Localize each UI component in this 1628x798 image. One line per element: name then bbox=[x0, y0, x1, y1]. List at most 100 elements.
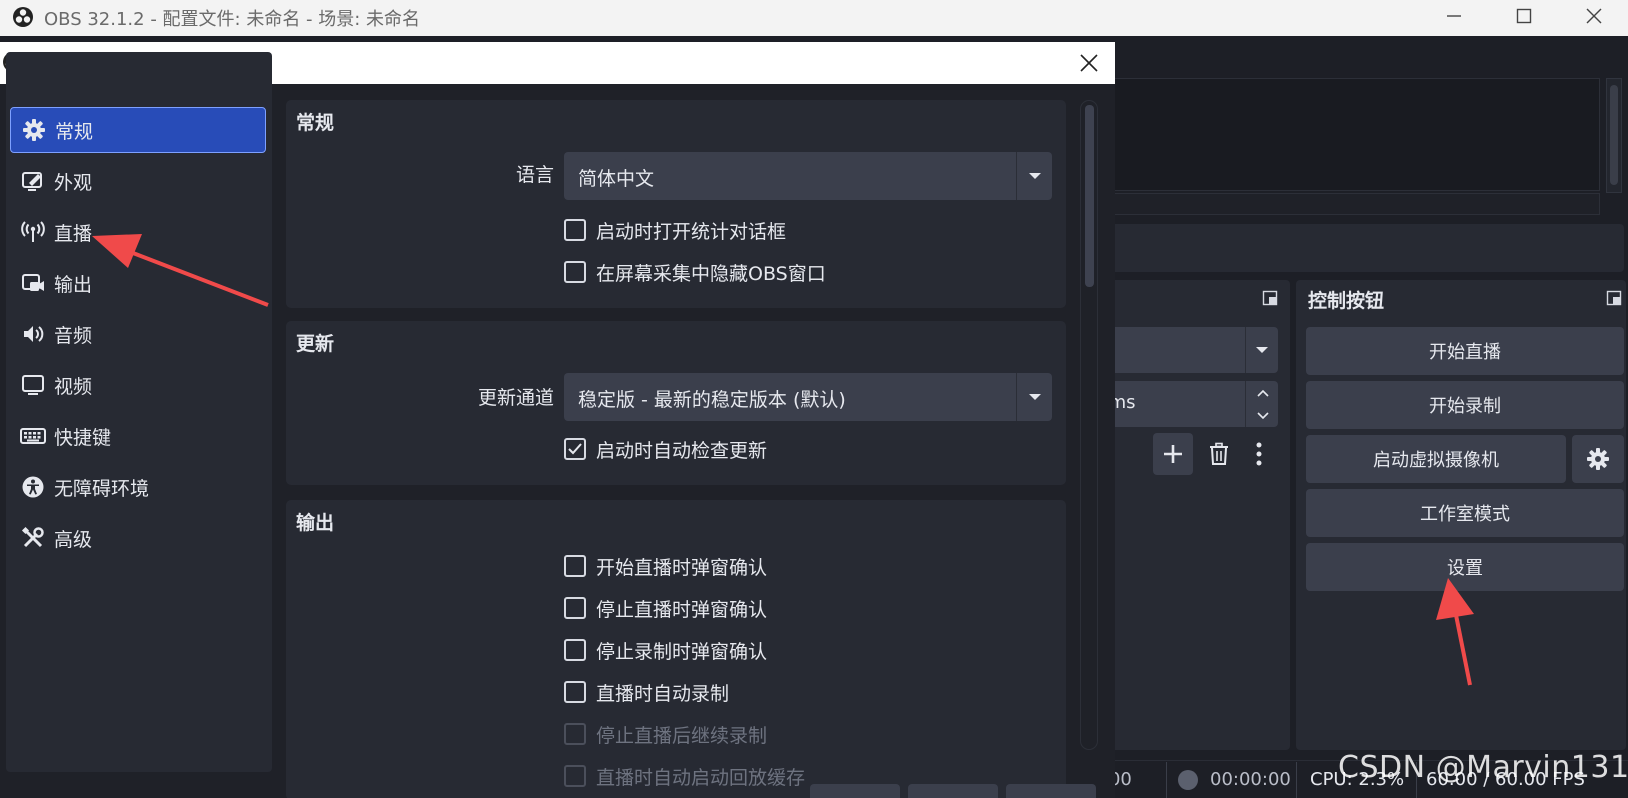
hide-obs-window-checkbox[interactable]: 在屏幕采集中隐藏OBS窗口 bbox=[564, 259, 826, 285]
more-vertical-icon bbox=[1256, 442, 1262, 466]
accessibility-icon bbox=[20, 474, 46, 500]
ok-button[interactable] bbox=[810, 784, 900, 798]
checkbox-label: 直播时自动录制 bbox=[596, 682, 730, 705]
appearance-icon bbox=[20, 168, 46, 194]
undock-icon[interactable] bbox=[1262, 290, 1278, 306]
checkbox-label: 停止直播时弹窗确认 bbox=[596, 598, 768, 621]
divider bbox=[1296, 762, 1297, 798]
sidebar-item-hotkeys[interactable]: 快捷键 bbox=[10, 413, 266, 459]
chevron-down-icon bbox=[1028, 394, 1041, 400]
record-duration: 00:00:00 bbox=[1210, 769, 1291, 790]
sidebar-item-audio[interactable]: 音频 bbox=[10, 311, 266, 357]
checkbox-label: 停止录制时弹窗确认 bbox=[596, 640, 768, 663]
settings-content-scrollbar[interactable] bbox=[1080, 100, 1098, 750]
language-select-value: 简体中文 bbox=[578, 168, 655, 190]
record-indicator-icon bbox=[1178, 770, 1198, 790]
sidebar-item-label: 快捷键 bbox=[54, 426, 112, 449]
sidebar-item-appearance[interactable]: 外观 bbox=[10, 158, 266, 204]
tools-icon bbox=[20, 525, 46, 551]
close-icon bbox=[1586, 8, 1602, 24]
update-group-title: 更新 bbox=[296, 333, 335, 355]
language-select-dropdown[interactable] bbox=[1016, 152, 1052, 200]
sidebar-item-label: 直播 bbox=[54, 222, 93, 245]
general-group-title: 常规 bbox=[296, 112, 335, 134]
start-streaming-button[interactable]: 开始直播 bbox=[1306, 327, 1624, 375]
keep-recording-after-stream-checkbox[interactable]: 停止直播后继续录制 bbox=[564, 721, 767, 747]
controls-dock-title: 控制按钮 bbox=[1308, 290, 1385, 312]
scene-toolbar bbox=[1110, 224, 1624, 272]
open-stats-on-start-checkbox[interactable]: 启动时打开统计对话框 bbox=[564, 217, 786, 243]
sidebar-item-stream[interactable]: 直播 bbox=[10, 209, 266, 255]
checkbox-box[interactable] bbox=[564, 555, 586, 577]
undock-icon[interactable] bbox=[1606, 290, 1622, 306]
checkbox-box[interactable] bbox=[564, 723, 586, 745]
preview-vertical-scrollbar[interactable] bbox=[1606, 78, 1622, 193]
preview-horizontal-scrollbar[interactable] bbox=[1110, 193, 1600, 215]
confirm-stop-record-checkbox[interactable]: 停止录制时弹窗确认 bbox=[564, 637, 767, 663]
sidebar-item-general[interactable]: 常规 bbox=[10, 107, 266, 153]
transition-select-dropdown[interactable] bbox=[1245, 327, 1278, 373]
start-virtual-camera-button[interactable]: 启动虚拟摄像机 bbox=[1306, 435, 1566, 483]
virtual-camera-config-button[interactable] bbox=[1572, 435, 1624, 483]
main-window-title: OBS 32.1.2 - 配置文件: 未命名 - 场景: 未命名 bbox=[44, 9, 421, 30]
start-recording-button[interactable]: 开始录制 bbox=[1306, 381, 1624, 429]
confirm-start-stream-checkbox[interactable]: 开始直播时弹窗确认 bbox=[564, 553, 767, 579]
sidebar-item-label: 无障碍环境 bbox=[54, 477, 150, 500]
auto-replay-buffer-checkbox[interactable]: 直播时自动启动回放缓存 bbox=[564, 763, 805, 789]
chevron-up-icon bbox=[1256, 389, 1269, 397]
sidebar-item-accessibility[interactable]: 无障碍环境 bbox=[10, 464, 266, 510]
spin-up-button[interactable] bbox=[1246, 381, 1279, 404]
checkbox-box[interactable] bbox=[564, 438, 586, 460]
auto-check-updates-checkbox[interactable]: 启动时自动检查更新 bbox=[564, 436, 767, 462]
spin-down-button[interactable] bbox=[1246, 404, 1279, 427]
output-camera-icon bbox=[20, 270, 46, 296]
checkbox-box[interactable] bbox=[564, 597, 586, 619]
preview-canvas[interactable] bbox=[1110, 78, 1600, 191]
sidebar-item-output[interactable]: 输出 bbox=[10, 260, 266, 306]
checkbox-label: 开始直播时弹窗确认 bbox=[596, 556, 768, 579]
obs-logo-icon bbox=[13, 7, 33, 27]
gear-icon bbox=[21, 117, 47, 143]
csdn-watermark: CSDN @Marvin1311 bbox=[1338, 750, 1628, 785]
gear-icon bbox=[1587, 448, 1609, 470]
sidebar-item-video[interactable]: 视频 bbox=[10, 362, 266, 408]
main-window-titlebar: OBS 32.1.2 - 配置文件: 未命名 - 场景: 未命名 bbox=[0, 0, 1628, 36]
language-label: 语言 bbox=[515, 164, 554, 186]
trash-icon bbox=[1210, 442, 1228, 465]
minimize-button[interactable] bbox=[1424, 0, 1484, 32]
language-select[interactable]: 简体中文 bbox=[564, 152, 1052, 200]
output-group-title: 输出 bbox=[296, 512, 335, 534]
maximize-button[interactable] bbox=[1494, 0, 1554, 32]
cancel-button[interactable] bbox=[908, 784, 998, 798]
update-channel-select[interactable]: 稳定版 - 最新的稳定版本 (默认) bbox=[564, 373, 1052, 421]
update-channel-label: 更新通道 bbox=[477, 387, 554, 409]
settings-close-button[interactable] bbox=[1072, 46, 1106, 80]
sidebar-item-label: 高级 bbox=[54, 528, 93, 551]
remove-transition-button[interactable] bbox=[1199, 433, 1239, 475]
chevron-down-icon bbox=[1256, 347, 1268, 353]
speaker-icon bbox=[20, 321, 46, 347]
main-close-button[interactable] bbox=[1564, 0, 1624, 32]
apply-button[interactable] bbox=[1006, 784, 1096, 798]
open-settings-button[interactable]: 设置 bbox=[1306, 543, 1624, 591]
confirm-stop-stream-checkbox[interactable]: 停止直播时弹窗确认 bbox=[564, 595, 767, 621]
add-transition-button[interactable] bbox=[1153, 433, 1193, 475]
studio-mode-button[interactable]: 工作室模式 bbox=[1306, 489, 1624, 537]
scrollbar-thumb[interactable] bbox=[1610, 85, 1618, 185]
checkbox-box[interactable] bbox=[564, 261, 586, 283]
update-channel-dropdown[interactable] bbox=[1016, 373, 1052, 421]
transition-more-button[interactable] bbox=[1244, 433, 1274, 475]
checkmark-icon bbox=[568, 443, 582, 455]
checkbox-box[interactable] bbox=[564, 639, 586, 661]
auto-record-when-streaming-checkbox[interactable]: 直播时自动录制 bbox=[564, 679, 729, 705]
sidebar-item-advanced[interactable]: 高级 bbox=[10, 515, 266, 561]
plus-icon bbox=[1164, 445, 1182, 463]
checkbox-box[interactable] bbox=[564, 765, 586, 787]
scrollbar-thumb[interactable] bbox=[1085, 105, 1094, 287]
sidebar-item-label: 输出 bbox=[54, 273, 93, 296]
checkbox-label: 在屏幕采集中隐藏OBS窗口 bbox=[596, 262, 826, 285]
checkbox-box[interactable] bbox=[564, 219, 586, 241]
broadcast-antenna-icon bbox=[20, 219, 46, 245]
checkbox-box[interactable] bbox=[564, 681, 586, 703]
monitor-icon bbox=[20, 372, 46, 398]
